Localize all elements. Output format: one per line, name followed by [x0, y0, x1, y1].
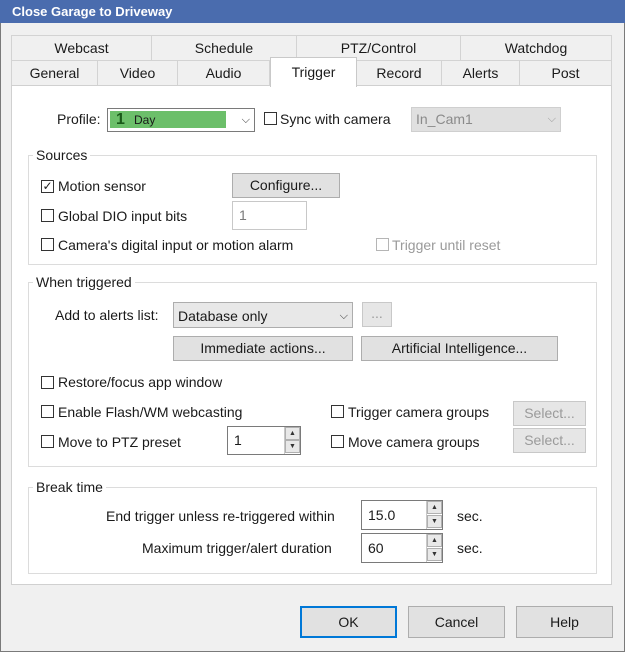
- alerts-list-value: Database only: [178, 308, 268, 324]
- window-title: Close Garage to Driveway: [12, 4, 173, 19]
- profile-select[interactable]: 1 Day ⌵: [107, 108, 255, 132]
- alerts-list-select[interactable]: Database only ⌵: [173, 302, 353, 328]
- tab-label: PTZ/Control: [340, 40, 417, 56]
- artificial-intelligence-button[interactable]: Artificial Intelligence...: [361, 336, 558, 361]
- when-triggered-legend: When triggered: [33, 274, 135, 290]
- camera-select[interactable]: In_Cam1 ⌵: [411, 107, 561, 132]
- profile-color-swatch: [110, 111, 226, 128]
- flash-webcasting-checkbox[interactable]: [41, 405, 54, 418]
- trigger-until-reset-label: Trigger until reset: [392, 237, 501, 253]
- global-dio-checkbox[interactable]: [41, 209, 54, 222]
- chevron-down-icon: ⌵: [547, 113, 556, 125]
- spin-down-icon[interactable]: ▼: [285, 440, 300, 453]
- select-move-groups-button[interactable]: Select...: [513, 428, 586, 453]
- spin-up-icon[interactable]: ▲: [427, 501, 442, 514]
- max-duration-spinner[interactable]: ▲ ▼: [426, 534, 442, 562]
- global-dio-input[interactable]: 1: [232, 201, 307, 230]
- tab-record[interactable]: Record: [356, 60, 442, 85]
- chevron-down-icon: ⌵: [339, 310, 348, 322]
- sync-camera-label: Sync with camera: [280, 111, 391, 127]
- tab-label: Webcast: [54, 40, 109, 56]
- motion-sensor-label: Motion sensor: [58, 178, 146, 194]
- end-trigger-spinner[interactable]: ▲ ▼: [426, 501, 442, 529]
- profile-number: 1: [116, 111, 125, 128]
- tab-webcast[interactable]: Webcast: [11, 35, 152, 60]
- restore-focus-checkbox[interactable]: [41, 376, 54, 389]
- camera-digital-label: Camera's digital input or motion alarm: [58, 237, 294, 253]
- tab-label: General: [29, 65, 80, 81]
- tab-label: Post: [551, 65, 580, 81]
- tab-label: Video: [119, 65, 156, 81]
- motion-sensor-checkbox[interactable]: ✓: [41, 180, 54, 193]
- spin-down-icon[interactable]: ▼: [427, 515, 442, 528]
- ptz-preset-spinner[interactable]: ▲ ▼: [284, 427, 300, 454]
- camera-value: In_Cam1: [416, 111, 473, 127]
- move-ptz-label: Move to PTZ preset: [58, 434, 181, 450]
- trigger-groups-label: Trigger camera groups: [348, 404, 490, 420]
- move-groups-label: Move camera groups: [348, 434, 480, 450]
- alerts-options-button[interactable]: ...: [362, 302, 392, 327]
- configure-button[interactable]: Configure...: [232, 173, 340, 198]
- help-button[interactable]: Help: [516, 606, 613, 638]
- max-duration-label: Maximum trigger/alert duration: [142, 540, 332, 556]
- sync-camera-checkbox[interactable]: [264, 112, 277, 125]
- end-trigger-label: End trigger unless re-triggered within: [106, 508, 335, 524]
- spin-up-icon[interactable]: ▲: [285, 427, 300, 440]
- tab-video[interactable]: Video: [97, 60, 178, 85]
- profile-value: Day: [134, 113, 156, 127]
- spin-up-icon[interactable]: ▲: [427, 534, 442, 547]
- max-duration-unit: sec.: [457, 540, 483, 556]
- sources-legend: Sources: [33, 147, 91, 163]
- trigger-groups-checkbox[interactable]: [331, 405, 344, 418]
- chevron-down-icon: ⌵: [241, 114, 250, 126]
- camera-digital-checkbox[interactable]: [41, 238, 54, 251]
- tab-watchdog[interactable]: Watchdog: [460, 35, 612, 60]
- spin-down-icon[interactable]: ▼: [427, 548, 442, 561]
- window-title-bar: Close Garage to Driveway: [0, 0, 625, 23]
- alerts-list-label: Add to alerts list:: [55, 307, 159, 323]
- tab-label: Alerts: [462, 65, 499, 81]
- tab-general[interactable]: General: [11, 60, 98, 85]
- trigger-until-reset-checkbox[interactable]: [376, 238, 389, 251]
- checkmark-icon: ✓: [42, 179, 53, 193]
- ok-button[interactable]: OK: [300, 606, 397, 638]
- break-time-legend: Break time: [33, 479, 106, 495]
- immediate-actions-button[interactable]: Immediate actions...: [173, 336, 353, 361]
- profile-label: Profile:: [57, 111, 101, 127]
- tab-label: Trigger: [291, 64, 336, 80]
- tab-alerts[interactable]: Alerts: [441, 60, 520, 85]
- flash-webcasting-label: Enable Flash/WM webcasting: [58, 404, 243, 420]
- cancel-button[interactable]: Cancel: [408, 606, 505, 638]
- restore-focus-label: Restore/focus app window: [58, 374, 223, 390]
- tab-label: Record: [376, 65, 422, 81]
- move-groups-checkbox[interactable]: [331, 435, 344, 448]
- tab-audio[interactable]: Audio: [177, 60, 270, 85]
- tab-label: Watchdog: [504, 40, 568, 56]
- end-trigger-unit: sec.: [457, 508, 483, 524]
- global-dio-label: Global DIO input bits: [58, 208, 188, 224]
- tab-label: Schedule: [194, 40, 254, 56]
- tab-label: Audio: [205, 65, 242, 81]
- break-time-group: [28, 487, 597, 574]
- tab-post[interactable]: Post: [519, 60, 612, 85]
- tab-trigger[interactable]: Trigger: [270, 57, 357, 87]
- move-ptz-checkbox[interactable]: [41, 435, 54, 448]
- select-trigger-groups-button[interactable]: Select...: [513, 401, 586, 426]
